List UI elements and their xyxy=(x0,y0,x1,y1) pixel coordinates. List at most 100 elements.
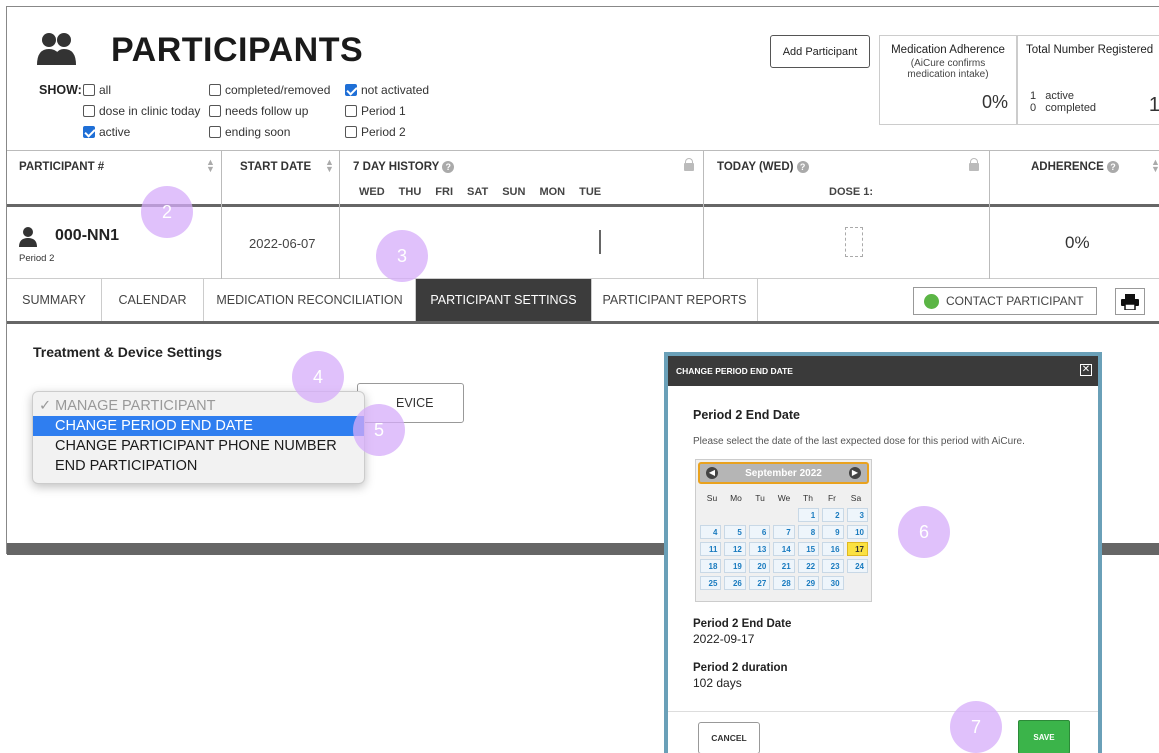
calendar-day[interactable]: 29 xyxy=(797,576,820,590)
prev-month-icon[interactable]: ◀ xyxy=(706,467,718,479)
end-date-label: Period 2 End Date xyxy=(693,618,792,630)
calendar-day[interactable]: 17 xyxy=(846,542,868,556)
calendar-day[interactable]: 25 xyxy=(700,576,722,590)
option-change-period-end-date[interactable]: CHANGE PERIOD END DATE xyxy=(33,416,364,436)
close-icon[interactable]: ✕ xyxy=(1080,364,1092,376)
info-icon[interactable]: ? xyxy=(796,161,809,173)
col-dose: DOSE 1: xyxy=(829,186,874,198)
tab-participant-reports[interactable]: PARTICIPANT REPORTS xyxy=(592,279,758,321)
filter-not-activated[interactable]: not activated xyxy=(345,83,429,97)
calendar-day[interactable]: 23 xyxy=(822,559,844,573)
checkbox[interactable] xyxy=(345,84,357,96)
calendar-day[interactable]: 4 xyxy=(700,525,722,539)
checkbox[interactable] xyxy=(345,126,357,138)
calendar-day[interactable]: 3 xyxy=(846,508,868,522)
calendar-day[interactable]: 27 xyxy=(748,576,771,590)
filter-period-2[interactable]: Period 2 xyxy=(345,125,406,139)
col-participant[interactable]: PARTICIPANT # xyxy=(19,161,104,173)
print-button[interactable] xyxy=(1115,288,1145,315)
checkbox[interactable] xyxy=(83,126,95,138)
participant-adherence: 0% xyxy=(1065,233,1090,252)
calendar-day[interactable]: 9 xyxy=(822,525,844,539)
sort-icon[interactable]: ▲ ▼ xyxy=(1151,158,1159,174)
checkbox[interactable] xyxy=(209,126,221,138)
participant-period: Period 2 xyxy=(19,253,55,264)
cancel-button[interactable]: CANCEL xyxy=(698,722,760,753)
tab-medication-reconciliation[interactable]: MEDICATION RECONCILIATION xyxy=(204,279,416,321)
contact-participant-button[interactable]: CONTACT PARTICIPANT xyxy=(913,287,1097,315)
calendar-day[interactable]: 6 xyxy=(748,525,771,539)
date-picker[interactable]: ◀ September 2022 ▶ Su Mo Tu We Th Fr Sa 123456… xyxy=(695,459,872,602)
calendar-day[interactable]: 12 xyxy=(724,542,746,556)
next-month-icon[interactable]: ▶ xyxy=(849,467,861,479)
calendar-day[interactable]: 10 xyxy=(846,525,868,539)
add-participant-button[interactable]: Add Participant xyxy=(770,35,870,68)
adherence-subtitle: (AiCure confirms medication intake) xyxy=(907,58,989,80)
calendar-day[interactable]: 7 xyxy=(773,525,795,539)
dose-slot[interactable] xyxy=(845,227,863,257)
checkbox[interactable] xyxy=(345,105,357,117)
total-registered-card: Total Number Registered 1 active 0 compl… xyxy=(1017,35,1159,125)
registered-total: 1 xyxy=(1148,94,1159,116)
sort-icon[interactable]: ▲ ▼ xyxy=(206,158,215,174)
calendar-day[interactable]: 21 xyxy=(773,559,795,573)
column-divider xyxy=(703,151,704,208)
step-marker: 2 xyxy=(141,186,193,238)
person-icon xyxy=(19,227,37,247)
tab-summary[interactable]: SUMMARY xyxy=(7,279,102,321)
checkbox[interactable] xyxy=(209,84,221,96)
calendar-day[interactable]: 2 xyxy=(822,508,844,522)
checkbox[interactable] xyxy=(83,84,95,96)
show-label: SHOW: xyxy=(39,83,82,97)
filter-dose-in-clinic-today[interactable]: dose in clinic today xyxy=(83,104,200,118)
col-adherence: ADHERENCE ? xyxy=(1031,161,1120,173)
calendar-blank xyxy=(700,508,721,522)
duration-value: 102 days xyxy=(693,676,742,690)
calendar-day[interactable]: 15 xyxy=(797,542,820,556)
option-end-participation[interactable]: END PARTICIPATION xyxy=(33,456,364,476)
column-divider xyxy=(339,207,340,279)
manage-participant-dropdown[interactable]: ✓ MANAGE PARTICIPANT CHANGE PERIOD END D… xyxy=(32,391,365,484)
filter-active[interactable]: active xyxy=(83,125,130,139)
participant-id[interactable]: 000-NN1 xyxy=(55,227,119,245)
calendar-day[interactable]: 22 xyxy=(797,559,820,573)
option-change-phone-number[interactable]: CHANGE PARTICIPANT PHONE NUMBER xyxy=(33,436,364,456)
weekday-label: Mo xyxy=(730,493,742,503)
sort-icon[interactable]: ▲ ▼ xyxy=(325,158,334,174)
calendar-day[interactable]: 19 xyxy=(724,559,746,573)
info-icon[interactable]: ? xyxy=(1107,161,1120,173)
calendar-day[interactable]: 1 xyxy=(797,508,820,522)
info-icon[interactable]: ? xyxy=(442,161,455,173)
filter-all[interactable]: all xyxy=(83,83,111,97)
col-7-day-history: 7 DAY HISTORY ? xyxy=(353,161,455,173)
calendar-day[interactable]: 18 xyxy=(700,559,722,573)
calendar-blank xyxy=(773,508,794,522)
calendar-day[interactable]: 20 xyxy=(748,559,771,573)
calendar-day[interactable]: 24 xyxy=(846,559,868,573)
calendar-day[interactable]: 26 xyxy=(724,576,746,590)
calendar-day[interactable]: 8 xyxy=(797,525,820,539)
calendar-day[interactable]: 11 xyxy=(700,542,722,556)
tab-participant-settings[interactable]: PARTICIPANT SETTINGS xyxy=(416,279,592,321)
calendar-day[interactable]: 28 xyxy=(773,576,795,590)
page-title: PARTICIPANTS xyxy=(111,31,364,69)
filter-period-1[interactable]: Period 1 xyxy=(345,104,406,118)
tab-calendar[interactable]: CALENDAR xyxy=(102,279,204,321)
calendar-day[interactable]: 13 xyxy=(748,542,771,556)
filter-ending-soon[interactable]: ending soon xyxy=(209,125,290,139)
filter-needs-follow-up[interactable]: needs follow up xyxy=(209,104,308,118)
end-date-value: 2022-09-17 xyxy=(693,632,755,646)
checkbox[interactable] xyxy=(209,105,221,117)
calendar-day[interactable]: 30 xyxy=(822,576,844,590)
checkbox[interactable] xyxy=(83,105,95,117)
calendar-day[interactable]: 16 xyxy=(822,542,844,556)
calendar-day[interactable]: 5 xyxy=(724,525,746,539)
filter-completed-removed[interactable]: completed/removed xyxy=(209,83,330,97)
save-button[interactable]: SAVE xyxy=(1018,720,1070,753)
lock-icon xyxy=(684,158,694,171)
participant-tabs: SUMMARY CALENDAR MEDICATION RECONCILIATI… xyxy=(7,279,1159,324)
calendar-day[interactable]: 14 xyxy=(773,542,795,556)
duration-label: Period 2 duration xyxy=(693,662,788,674)
col-start-date[interactable]: START DATE xyxy=(240,161,311,173)
weekday-row: Su Mo Tu We Th Fr Sa xyxy=(700,493,868,503)
